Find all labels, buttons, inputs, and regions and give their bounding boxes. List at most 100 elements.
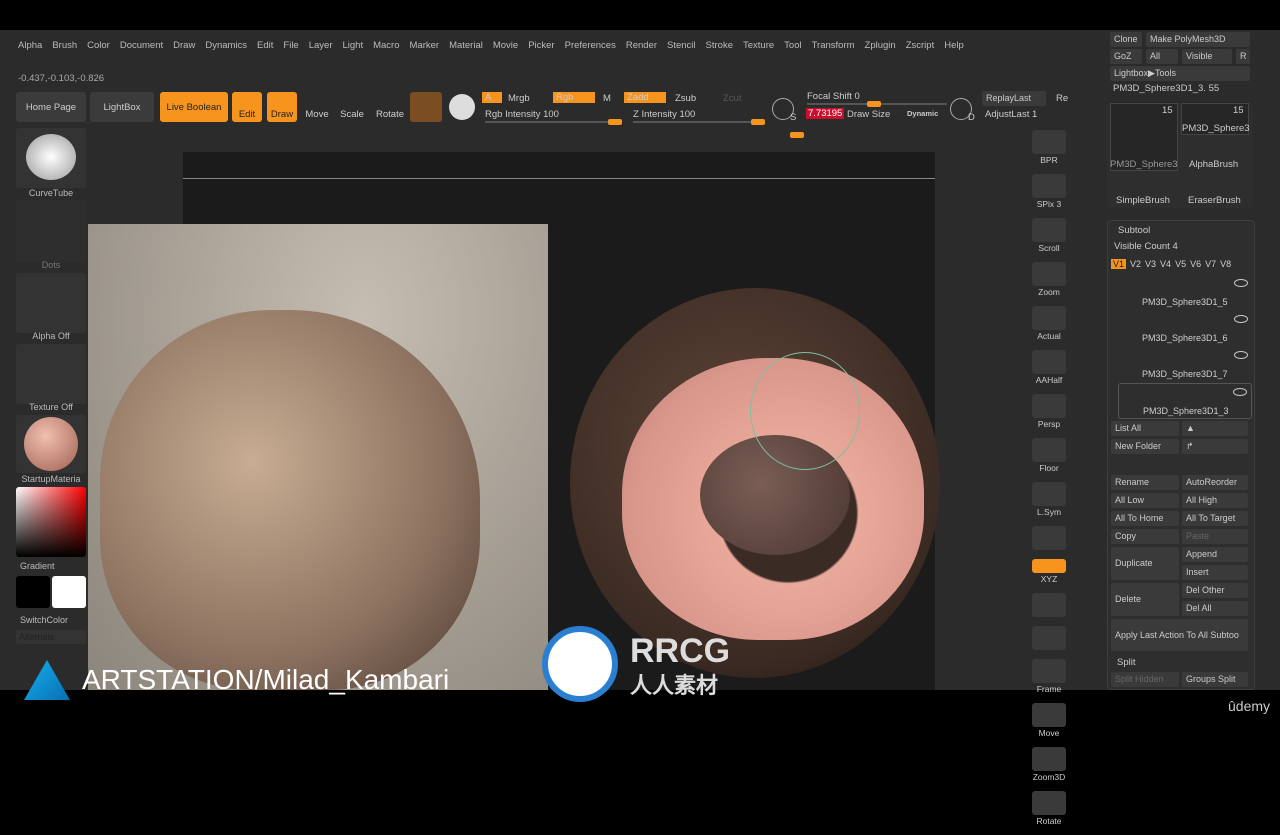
menu-dynamics[interactable]: Dynamics (205, 38, 247, 54)
scale-button[interactable]: Scale (337, 92, 367, 122)
append-button[interactable]: Append (1182, 547, 1248, 562)
version-v5[interactable]: V5 (1175, 259, 1186, 269)
apply-last-action-button[interactable]: Apply Last Action To All Subtoo (1111, 619, 1248, 651)
subtool-item[interactable]: PM3D_Sphere3D1_5 (1118, 275, 1252, 311)
home-page-button[interactable]: Home Page (16, 92, 86, 122)
menu-alpha[interactable]: Alpha (18, 38, 42, 54)
del-other-button[interactable]: Del Other (1182, 583, 1248, 598)
make-polymesh-button[interactable]: Make PolyMesh3D (1146, 32, 1250, 47)
scroll-marker[interactable] (790, 132, 804, 138)
secondary-color-swatch[interactable] (52, 576, 86, 608)
visible-count-slider[interactable]: Visible Count 4 (1114, 241, 1178, 252)
mrgb-toggle[interactable]: Mrgb (508, 93, 530, 104)
split-hidden-button[interactable]: Split Hidden (1111, 672, 1179, 687)
main-color-swatch[interactable] (16, 576, 50, 608)
m-toggle[interactable]: M (603, 93, 611, 104)
focal-shift-slider[interactable] (807, 101, 947, 107)
menu-layer[interactable]: Layer (309, 38, 333, 54)
subtool-item[interactable]: PM3D_Sphere3D1_3 (1118, 383, 1252, 419)
version-v6[interactable]: V6 (1190, 259, 1201, 269)
z-intensity-slider[interactable] (633, 119, 765, 125)
menu-movie[interactable]: Movie (493, 38, 518, 54)
gradient-label[interactable]: Gradient (20, 561, 90, 571)
zsub-toggle[interactable]: Zsub (675, 93, 696, 104)
eraser-brush-tool[interactable]: EraserBrush (1188, 195, 1241, 206)
zcut-toggle[interactable]: Zcut (723, 93, 741, 104)
menu-draw[interactable]: Draw (173, 38, 195, 54)
lightbox-button[interactable]: LightBox (90, 92, 154, 122)
right-tool-actual[interactable]: Actual (1032, 306, 1066, 341)
all-button[interactable]: All (1146, 49, 1178, 64)
menu-stroke[interactable]: Stroke (706, 38, 733, 54)
menu-texture[interactable]: Texture (743, 38, 774, 54)
menu-light[interactable]: Light (342, 38, 363, 54)
right-tool-persp[interactable]: Persp (1032, 394, 1066, 429)
s-logo-icon[interactable] (447, 92, 477, 122)
subtool-btn-3[interactable]: All High (1182, 493, 1248, 508)
visible-button[interactable]: Visible (1182, 49, 1232, 64)
menu-zplugin[interactable]: Zplugin (865, 38, 896, 54)
right-tool-move[interactable]: Move (1032, 703, 1066, 738)
subtool-btn-copy[interactable]: Copy (1111, 529, 1179, 544)
dynamic-toggle[interactable]: Dynamic (907, 109, 938, 118)
subtool-btn-rename[interactable]: Rename (1111, 475, 1179, 490)
material-sphere-icon[interactable] (410, 92, 442, 122)
menu-tool[interactable]: Tool (784, 38, 801, 54)
draw-size-value[interactable]: 7.73195 (806, 108, 845, 119)
duplicate-button[interactable]: Duplicate (1111, 547, 1179, 580)
right-tool-zoom[interactable]: Zoom (1032, 262, 1066, 297)
version-v7[interactable]: V7 (1205, 259, 1216, 269)
menu-marker[interactable]: Marker (410, 38, 440, 54)
subtool-btn-5[interactable]: Paste (1182, 529, 1248, 544)
menu-macro[interactable]: Macro (373, 38, 399, 54)
color-picker[interactable] (16, 487, 86, 557)
del-all-button[interactable]: Del All (1182, 601, 1248, 616)
right-tool-lsym[interactable]: L.Sym (1032, 482, 1066, 517)
groups-split-button[interactable]: Groups Split (1182, 672, 1248, 687)
brush-thumbnail[interactable] (16, 128, 86, 188)
r-button[interactable]: R (1236, 49, 1250, 64)
subtool-btn-1[interactable]: ↱ (1182, 439, 1248, 454)
switch-color-button[interactable]: SwitchColor (20, 615, 90, 625)
material-thumbnail[interactable] (16, 415, 86, 473)
right-tool-scroll[interactable]: Scroll (1032, 218, 1066, 253)
edit-button[interactable]: Edit (232, 92, 262, 122)
current-tool-slider[interactable]: PM3D_Sphere3D1_3. 55 (1113, 83, 1219, 94)
menu-zscript[interactable]: Zscript (906, 38, 935, 54)
clone-button[interactable]: Clone (1110, 32, 1142, 47)
version-v1[interactable]: V1 (1111, 259, 1127, 269)
simple-brush-tool[interactable]: SimpleBrush (1116, 195, 1170, 206)
version-v3[interactable]: V3 (1145, 259, 1156, 269)
menu-color[interactable]: Color (87, 38, 110, 54)
move-button[interactable]: Move (302, 92, 332, 122)
rgb-intensity-slider[interactable] (485, 119, 622, 125)
re-button[interactable]: Re (1056, 93, 1068, 104)
menu-brush[interactable]: Brush (52, 38, 77, 54)
menu-document[interactable]: Document (120, 38, 163, 54)
subtool-item[interactable]: PM3D_Sphere3D1_7 (1118, 347, 1252, 383)
menu-preferences[interactable]: Preferences (565, 38, 616, 54)
delete-button[interactable]: Delete (1111, 583, 1179, 616)
version-v2[interactable]: V2 (1130, 259, 1141, 269)
subtool-btn-0[interactable]: ▲ (1182, 421, 1248, 436)
alpha-brush-tool[interactable]: AlphaBrush (1189, 159, 1238, 170)
split-section[interactable]: Split (1117, 657, 1135, 668)
visibility-eye-icon[interactable] (1234, 351, 1248, 359)
stroke-thumbnail[interactable] (16, 200, 86, 262)
subtool-btn-list-all[interactable]: List All (1111, 421, 1179, 436)
menu-file[interactable]: File (283, 38, 298, 54)
right-tool-floor[interactable]: Floor (1032, 438, 1066, 473)
right-tool-icon[interactable] (1032, 593, 1066, 617)
menu-picker[interactable]: Picker (528, 38, 554, 54)
right-tool-rotate[interactable]: Rotate (1032, 791, 1066, 826)
menu-stencil[interactable]: Stencil (667, 38, 696, 54)
subtool-btn-4[interactable]: All To Target (1182, 511, 1248, 526)
right-tool-xyz[interactable]: XYZ (1032, 559, 1066, 584)
live-boolean-button[interactable]: Live Boolean (160, 92, 228, 122)
menu-transform[interactable]: Transform (812, 38, 855, 54)
insert-button[interactable]: Insert (1182, 565, 1248, 580)
alpha-thumbnail[interactable] (16, 273, 86, 333)
subtool-btn-all-low[interactable]: All Low (1111, 493, 1179, 508)
visibility-eye-icon[interactable] (1234, 315, 1248, 323)
right-tool-aahalf[interactable]: AAHalf (1032, 350, 1066, 385)
